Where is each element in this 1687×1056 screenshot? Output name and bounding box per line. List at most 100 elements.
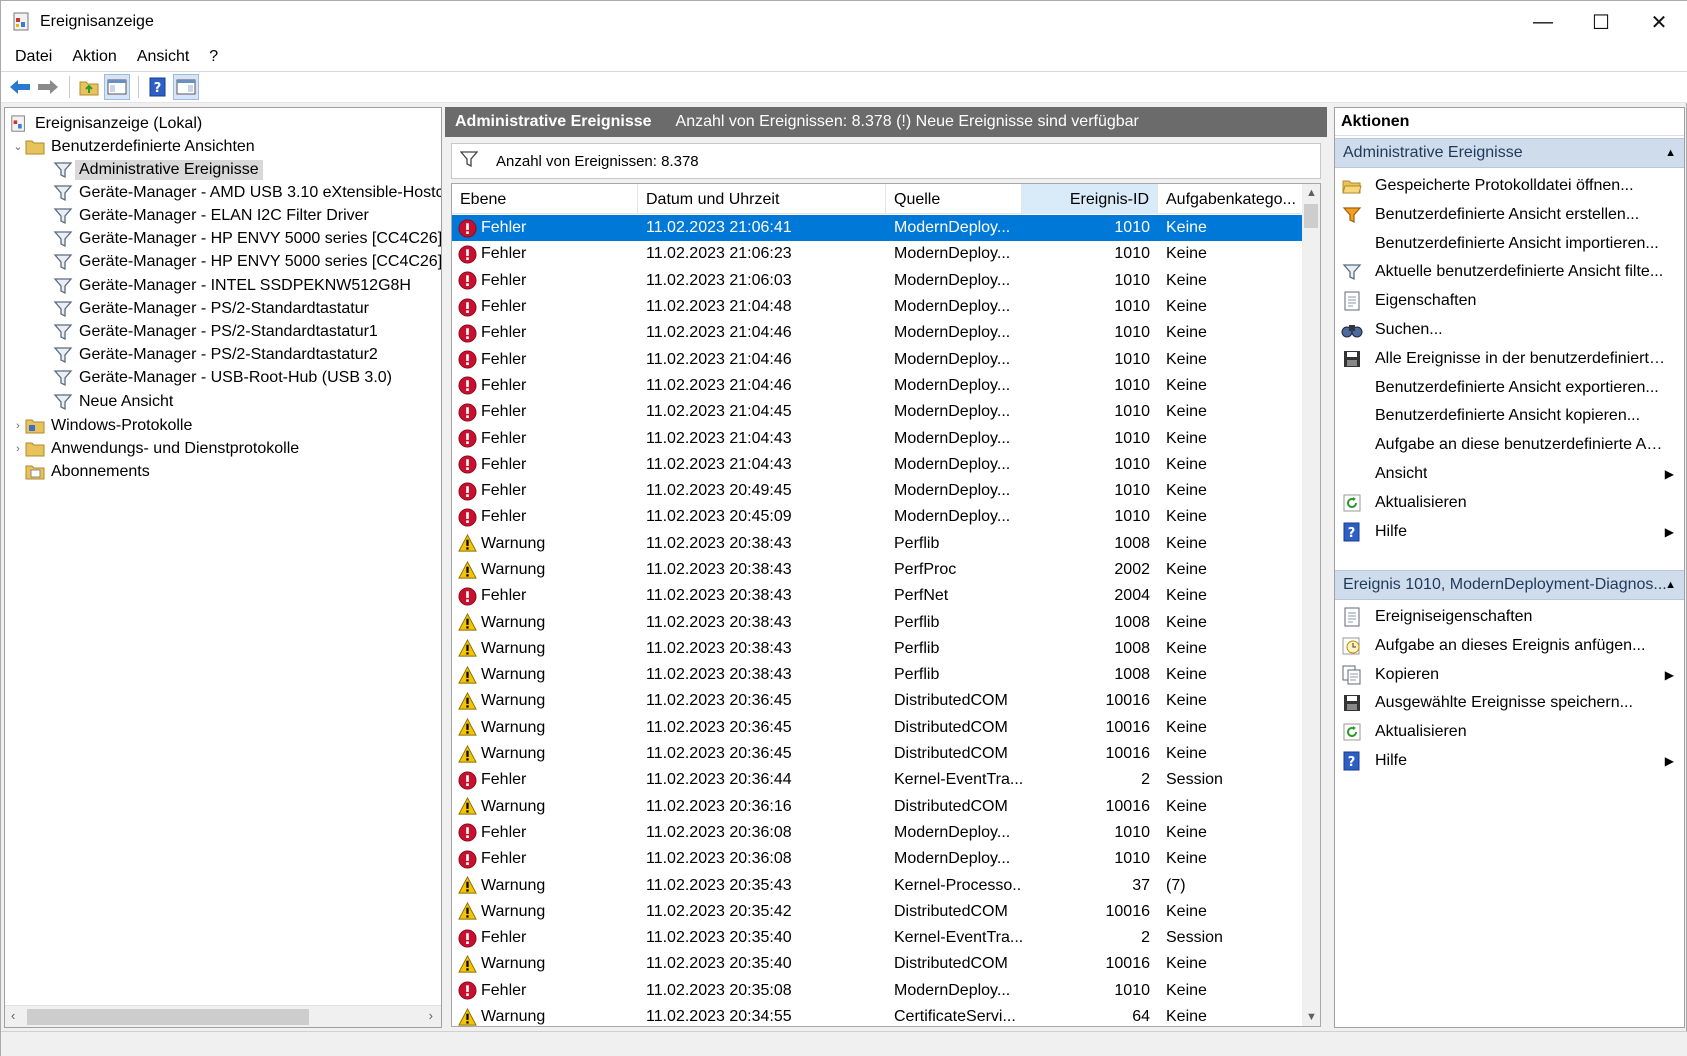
table-row[interactable]: Fehler 11.02.2023 20:36:08 ModernDeploy...… [452, 820, 1304, 846]
table-row[interactable]: Fehler 11.02.2023 20:49:45 ModernDeploy...… [452, 478, 1304, 504]
col-source[interactable]: Quelle [886, 184, 1022, 214]
scroll-thumb[interactable] [1304, 204, 1318, 228]
tree-view-item[interactable]: Geräte-Manager - PS/2-Standardtastatur [53, 296, 369, 321]
table-row[interactable]: Fehler 11.02.2023 21:04:48 ModernDeploy...… [452, 294, 1304, 320]
action-item[interactable]: Alle Ereignisse in der benutzerdefiniert… [1335, 344, 1684, 374]
scroll-up-icon[interactable]: ▲ [1306, 187, 1317, 199]
table-row[interactable]: Fehler 11.02.2023 21:06:23 ModernDeploy...… [452, 241, 1304, 267]
table-row[interactable]: Fehler 11.02.2023 20:38:43 PerfNet 2004 Kein… [452, 583, 1304, 609]
collapse-icon[interactable]: ▲ [1665, 579, 1676, 591]
console-tree-icon[interactable] [104, 74, 130, 100]
table-row[interactable]: Warnung 11.02.2023 20:35:43 Kernel-Process… [452, 872, 1304, 898]
table-row[interactable]: Warnung 11.02.2023 20:36:45 DistributedCOM… [452, 688, 1304, 714]
actions-section-view[interactable]: Administrative Ereignisse ▲ [1335, 138, 1684, 168]
table-row[interactable]: Fehler 11.02.2023 21:04:46 ModernDeploy...… [452, 346, 1304, 372]
back-icon[interactable] [7, 74, 33, 100]
horizontal-scrollbar[interactable]: ‹ › [5, 1005, 441, 1027]
tree-view-item[interactable]: Geräte-Manager - AMD USB 3.10 eXtensible… [53, 180, 441, 205]
col-event-id[interactable]: Ereignis-ID [1022, 184, 1158, 214]
tree-view-item[interactable]: Neue Ansicht [53, 389, 173, 414]
up-folder-icon[interactable] [76, 74, 102, 100]
action-item[interactable]: ? Hilfe ▶ [1335, 746, 1684, 776]
tree-view-item[interactable]: Geräte-Manager - ELAN I2C Filter Driver [53, 203, 369, 228]
close-button[interactable]: ✕ [1630, 1, 1687, 43]
tree-view-item[interactable]: Geräte-Manager - USB-Root-Hub (USB 3.0) [53, 366, 392, 391]
chevron-right-icon[interactable]: › [11, 420, 25, 432]
table-row[interactable]: Warnung 11.02.2023 20:36:16 DistributedCOM… [452, 794, 1304, 820]
tree-view-item[interactable]: Geräte-Manager - PS/2-Standardtastatur2 [53, 343, 378, 368]
table-row[interactable]: Fehler 11.02.2023 20:45:09 ModernDeploy...… [452, 504, 1304, 530]
tree-subscriptions[interactable]: Abonnements [11, 459, 150, 484]
action-item[interactable]: Aktuelle benutzerdefinierte Ansicht filt… [1335, 257, 1684, 287]
minimize-button[interactable]: — [1514, 1, 1572, 43]
tree-app-logs[interactable]: › Anwendungs- und Dienstprotokolle [11, 436, 299, 461]
action-item[interactable]: Aktualisieren [1335, 717, 1684, 747]
action-item[interactable]: Benutzerdefinierte Ansicht kopieren... [1335, 401, 1684, 431]
action-item[interactable]: Ereigniseigenschaften [1335, 602, 1684, 632]
collapse-icon[interactable]: ▲ [1665, 147, 1676, 159]
table-row[interactable]: Fehler 11.02.2023 21:06:03 ModernDeploy...… [452, 268, 1304, 294]
tree-root[interactable]: Ereignisanzeige (Lokal) [9, 111, 202, 136]
table-row[interactable]: Fehler 11.02.2023 21:04:43 ModernDeploy...… [452, 452, 1304, 478]
action-item[interactable]: ? Hilfe ▶ [1335, 517, 1684, 547]
action-item[interactable]: Aufgabe an dieses Ereignis anfügen... [1335, 631, 1684, 661]
table-row[interactable]: Warnung 11.02.2023 20:36:45 DistributedCOM… [452, 741, 1304, 767]
table-row[interactable]: Fehler 11.02.2023 20:36:08 ModernDeploy...… [452, 846, 1304, 872]
table-row[interactable]: Warnung 11.02.2023 20:36:45 DistributedCOM… [452, 715, 1304, 741]
action-item[interactable]: Kopieren ▶ [1335, 660, 1684, 690]
action-item[interactable]: Ansicht ▶ [1335, 459, 1684, 489]
chevron-right-icon[interactable]: › [11, 443, 25, 455]
table-row[interactable]: Fehler 11.02.2023 20:36:44 Kernel-EventTra… [452, 767, 1304, 793]
tree-view-item[interactable]: Geräte-Manager - HP ENVY 5000 series [CC… [53, 250, 441, 275]
action-item[interactable]: Suchen... [1335, 315, 1684, 345]
table-row[interactable]: Fehler 11.02.2023 21:06:41 ModernDeploy...… [452, 215, 1304, 242]
tree-custom-views[interactable]: ⌄ Benutzerdefinierte Ansichten [11, 134, 254, 159]
table-row[interactable]: Fehler 11.02.2023 21:04:46 ModernDeploy...… [452, 373, 1304, 399]
table-row[interactable]: Fehler 11.02.2023 20:35:40 Kernel-EventTra… [452, 925, 1304, 951]
table-row[interactable]: Fehler 11.02.2023 21:04:46 ModernDeploy...… [452, 320, 1304, 346]
action-item[interactable]: Ausgewählte Ereignisse speichern... [1335, 688, 1684, 718]
col-date[interactable]: Datum und Uhrzeit [638, 184, 886, 214]
table-row[interactable]: Warnung 11.02.2023 20:34:55 CertificateSer… [452, 1004, 1304, 1026]
table-row[interactable]: Warnung 11.02.2023 20:38:43 Perflib 1008 Kei… [452, 636, 1304, 662]
tree-view-item[interactable]: Geräte-Manager - HP ENVY 5000 series [CC… [53, 227, 441, 252]
action-item[interactable]: Benutzerdefinierte Ansicht importieren..… [1335, 229, 1684, 259]
scroll-thumb[interactable] [27, 1009, 309, 1025]
menu-datei[interactable]: Datei [7, 48, 60, 66]
scroll-right-icon[interactable]: › [429, 1008, 433, 1023]
table-row[interactable]: Warnung 11.02.2023 20:38:43 Perflib 1008 Kei… [452, 531, 1304, 557]
action-pane-icon[interactable] [173, 74, 199, 100]
menu-help[interactable]: ? [201, 48, 226, 66]
table-row[interactable]: Fehler 11.02.2023 21:04:45 ModernDeploy...… [452, 399, 1304, 425]
action-item[interactable]: Eigenschaften [1335, 286, 1684, 316]
maximize-button[interactable]: ☐ [1572, 1, 1630, 43]
vertical-scrollbar[interactable]: ▲ ▼ [1302, 184, 1320, 1026]
menu-ansicht[interactable]: Ansicht [129, 48, 197, 66]
table-row[interactable]: Warnung 11.02.2023 20:38:43 Perflib 1008 Kei… [452, 662, 1304, 688]
action-item[interactable]: Aktualisieren [1335, 488, 1684, 518]
table-row[interactable]: Warnung 11.02.2023 20:35:42 DistributedCOM… [452, 899, 1304, 925]
table-row[interactable]: Warnung 11.02.2023 20:38:43 PerfProc 2002 Ke… [452, 557, 1304, 583]
table-row[interactable]: Fehler 11.02.2023 20:35:08 ModernDeploy...… [452, 978, 1304, 1004]
chevron-down-icon[interactable]: ⌄ [11, 140, 25, 153]
action-item[interactable]: Gespeicherte Protokolldatei öffnen... [1335, 171, 1684, 201]
table-row[interactable]: Warnung 11.02.2023 20:35:40 DistributedCOM… [452, 951, 1304, 977]
actions-section-event[interactable]: Ereignis 1010, ModernDeployment-Diagnos.… [1335, 570, 1684, 600]
scroll-left-icon[interactable]: ‹ [11, 1008, 15, 1023]
tree-view-item[interactable]: Geräte-Manager - INTEL SSDPEKNW512G8H [53, 273, 411, 298]
cell-task-category: Keine [1166, 850, 1207, 868]
help-icon[interactable]: ? [145, 74, 171, 100]
scroll-down-icon[interactable]: ▼ [1306, 1011, 1317, 1023]
tree-windows-logs[interactable]: › Windows-Protokolle [11, 413, 192, 438]
table-row[interactable]: Warnung 11.02.2023 20:38:43 Perflib 1008 Kei… [452, 609, 1304, 635]
action-item[interactable]: Benutzerdefinierte Ansicht exportieren..… [1335, 373, 1684, 403]
action-item[interactable]: Benutzerdefinierte Ansicht erstellen... [1335, 200, 1684, 230]
forward-icon[interactable] [35, 74, 61, 100]
col-level[interactable]: Ebene [452, 184, 638, 214]
tree-view-item[interactable]: Administrative Ereignisse [53, 157, 263, 182]
table-row[interactable]: Fehler 11.02.2023 21:04:43 ModernDeploy...… [452, 425, 1304, 451]
action-item[interactable]: Aufgabe an diese benutzerdefinierte An..… [1335, 430, 1684, 460]
menu-aktion[interactable]: Aktion [64, 48, 124, 66]
tree-view-item[interactable]: Geräte-Manager - PS/2-Standardtastatur1 [53, 319, 378, 344]
col-task-category[interactable]: Aufgabenkatego... [1158, 184, 1304, 214]
